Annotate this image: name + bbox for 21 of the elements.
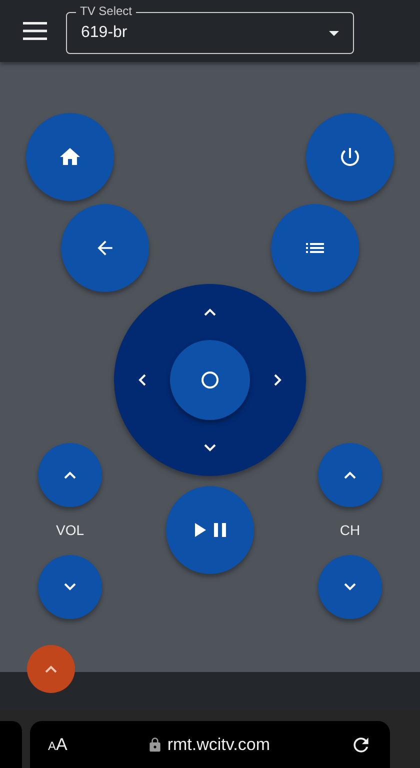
power-icon: [338, 145, 362, 169]
chevron-up-icon: [45, 665, 57, 673]
chevron-down-icon: [344, 583, 356, 591]
url-text: rmt.wcitv.com: [167, 734, 270, 754]
volume-label: VOL: [56, 522, 84, 538]
chevron-up-icon: [204, 308, 216, 316]
chevron-up-icon: [64, 471, 76, 479]
chevron-left-icon: [138, 374, 146, 386]
chevron-down-icon: [64, 583, 76, 591]
dropdown-caret-icon: [329, 30, 339, 36]
chevron-down-icon: [204, 444, 216, 452]
text-size-button[interactable]: AA: [48, 734, 68, 754]
chevron-right-icon: [274, 374, 282, 386]
tab-edge: [0, 721, 22, 768]
channel-label: CH: [340, 522, 360, 538]
chevron-up-icon: [344, 471, 356, 479]
lock-icon: [147, 736, 164, 752]
address-bar[interactable]: AA rmt.wcitv.com: [30, 721, 390, 768]
tv-select-value: 619-br: [81, 24, 128, 42]
play-pause-icon: [194, 523, 226, 537]
circle-icon: [201, 371, 219, 389]
